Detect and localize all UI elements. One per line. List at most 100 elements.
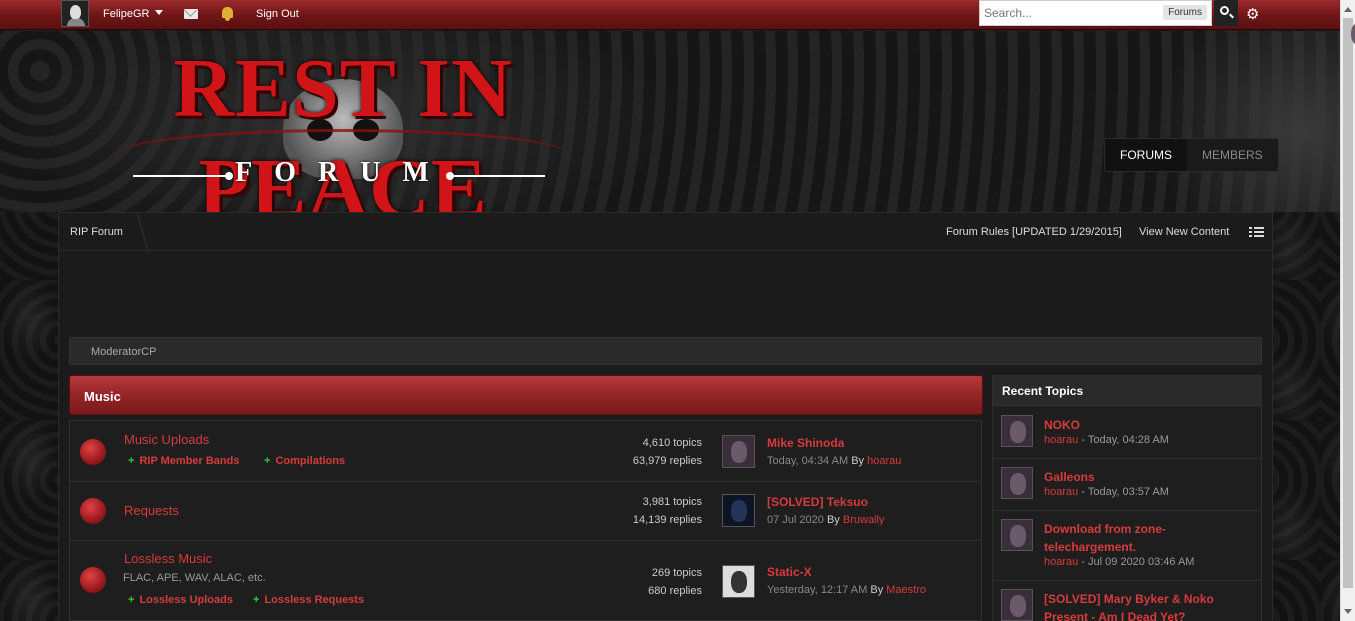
search-icon xyxy=(1220,6,1229,15)
forum-list: Music Uploads RIP Member Bands Compilati… xyxy=(69,420,982,621)
recent-topic-meta: hoarau - Today, 04:28 AM xyxy=(1044,434,1169,446)
forum-row: Requests 3,981 topics 14,139 replies [SOL… xyxy=(70,482,981,541)
search-button[interactable] xyxy=(1214,0,1238,26)
last-post-meta: 07 Jul 2020 By Bruwally xyxy=(767,514,884,526)
by-word: By xyxy=(870,584,884,596)
recent-topic-title[interactable]: Galleons xyxy=(1044,468,1256,486)
forum-status-icon xyxy=(80,439,106,465)
by-word: By xyxy=(826,514,840,526)
search-input[interactable] xyxy=(980,1,1160,25)
recent-topic-avatar[interactable] xyxy=(1001,589,1033,621)
scroll-down-arrow[interactable] xyxy=(1344,609,1352,618)
recent-topic-item: Galleons hoarau - Today, 03:57 AM xyxy=(993,459,1261,511)
forum-description: FLAC, APE, WAV, ALAC, etc. xyxy=(123,572,266,584)
last-post-title[interactable]: Mike Shinoda xyxy=(767,436,844,450)
page-scrollbar[interactable] xyxy=(1340,0,1355,621)
logo-divider-right xyxy=(450,175,545,177)
recent-topic-title[interactable]: Download from zone-telechargement. xyxy=(1044,520,1256,556)
main-nav: FORUMS MEMBERS xyxy=(1104,138,1279,172)
forum-name[interactable]: Lossless Music xyxy=(124,551,212,566)
subforum-link[interactable]: Lossless Requests xyxy=(253,594,364,606)
recent-topic-date: - Today, 04:28 AM xyxy=(1078,434,1169,446)
breadcrumb-bar: RIP Forum Forum Rules [UPDATED 1/29/2015… xyxy=(59,213,1272,251)
site-header: REST IN PEACE FORUM FORUMS MEMBERS xyxy=(0,31,1340,235)
forum-status-icon xyxy=(80,498,106,524)
recent-topic-title[interactable]: NOKO xyxy=(1044,416,1256,434)
chevron-down-icon xyxy=(155,10,164,19)
recent-topics-panel: Recent Topics NOKO hoarau - Today, 04:28… xyxy=(992,375,1262,621)
content-wrapper: RIP Forum Forum Rules [UPDATED 1/29/2015… xyxy=(58,212,1273,621)
last-post-date: Yesterday, 12:17 AM xyxy=(767,584,868,596)
list-icon[interactable] xyxy=(1249,227,1264,237)
forum-name[interactable]: Music Uploads xyxy=(124,432,209,447)
by-word: By xyxy=(851,455,865,467)
forum-stats: 3,981 topics 14,139 replies xyxy=(610,493,702,529)
last-post-meta: Yesterday, 12:17 AM By Maestro xyxy=(767,584,926,596)
last-post-title[interactable]: [SOLVED] Teksuo xyxy=(767,495,868,509)
logo-subtitle: FORUM xyxy=(235,157,451,188)
breadcrumb-separator xyxy=(126,213,149,251)
forum-rules-link[interactable]: Forum Rules [UPDATED 1/29/2015] xyxy=(946,226,1122,238)
sign-out-link[interactable]: Sign Out xyxy=(256,8,299,20)
logo-title: REST IN PEACE xyxy=(173,42,513,235)
moderator-cp-label: ModeratorCP xyxy=(91,346,157,358)
last-poster-avatar[interactable] xyxy=(722,565,755,598)
topic-count: 4,610 topics xyxy=(642,437,702,449)
forum-stats: 4,610 topics 63,979 replies xyxy=(610,434,702,470)
last-poster-avatar[interactable] xyxy=(722,494,755,527)
scrollbar-thumb[interactable] xyxy=(1343,18,1355,588)
recent-topics-heading: Recent Topics xyxy=(993,376,1261,406)
search-box: Forums xyxy=(979,0,1212,26)
recent-topic-item: NOKO hoarau - Today, 04:28 AM xyxy=(993,407,1261,459)
recent-topic-item: [SOLVED] Mary Byker & Noko Present - Am … xyxy=(993,581,1261,621)
topic-count: 269 topics xyxy=(651,567,702,579)
gear-icon[interactable]: ⚙ xyxy=(1246,5,1259,23)
recent-topic-meta: hoarau - Today, 03:57 AM xyxy=(1044,486,1169,498)
subforum-link[interactable]: Compilations xyxy=(264,455,345,467)
last-post-author[interactable]: hoarau xyxy=(867,455,901,467)
forum-row: Music Uploads RIP Member Bands Compilati… xyxy=(70,421,981,482)
last-post-date: 07 Jul 2020 xyxy=(767,514,824,526)
last-post-title[interactable]: Static-X xyxy=(767,565,812,579)
site-logo[interactable]: REST IN PEACE FORUM xyxy=(78,39,608,235)
recent-topic-avatar[interactable] xyxy=(1001,467,1033,499)
recent-topic-avatar[interactable] xyxy=(1001,519,1033,551)
envelope-icon[interactable] xyxy=(184,9,198,19)
recent-topic-author[interactable]: hoarau xyxy=(1044,434,1078,446)
subforum-link[interactable]: RIP Member Bands xyxy=(128,455,239,467)
username: FelipeGR xyxy=(103,8,150,20)
tab-members[interactable]: MEMBERS xyxy=(1187,139,1278,171)
recent-topic-meta: hoarau - Jul 09 2020 03:46 AM xyxy=(1044,556,1194,568)
search-scope[interactable]: Forums xyxy=(1163,5,1207,20)
category-header[interactable]: Music xyxy=(69,375,983,415)
top-user-bar: FelipeGR Sign Out Forums ⚙ xyxy=(0,0,1340,30)
breadcrumb-home[interactable]: RIP Forum xyxy=(70,226,123,238)
last-post-author[interactable]: Maestro xyxy=(886,584,926,596)
tab-forums[interactable]: FORUMS xyxy=(1105,139,1187,171)
last-poster-avatar[interactable] xyxy=(722,435,755,468)
view-new-content-link[interactable]: View New Content xyxy=(1139,226,1229,238)
forum-row: Lossless Music FLAC, APE, WAV, ALAC, etc… xyxy=(70,541,981,621)
recent-topic-date: - Jul 09 2020 03:46 AM xyxy=(1078,556,1195,568)
scroll-up-arrow[interactable] xyxy=(1344,3,1352,12)
recent-topic-author[interactable]: hoarau xyxy=(1044,556,1078,568)
recent-topic-avatar[interactable] xyxy=(1001,415,1033,447)
user-avatar[interactable] xyxy=(61,0,89,27)
reply-count: 63,979 replies xyxy=(632,455,702,467)
topic-count: 3,981 topics xyxy=(642,496,702,508)
recent-topic-date: - Today, 03:57 AM xyxy=(1078,486,1169,498)
reply-count: 14,139 replies xyxy=(632,514,702,526)
bell-icon[interactable] xyxy=(222,7,233,21)
forum-status-icon xyxy=(80,567,106,593)
moderator-cp-bar[interactable]: ModeratorCP xyxy=(69,337,1262,365)
category-title: Music xyxy=(84,389,121,404)
forum-name[interactable]: Requests xyxy=(124,503,179,518)
last-post-date: Today, 04:34 AM xyxy=(767,455,849,467)
subforum-link[interactable]: Lossless Uploads xyxy=(128,594,233,606)
user-menu[interactable]: FelipeGR xyxy=(103,8,164,20)
reply-count: 680 replies xyxy=(648,585,702,597)
last-post-meta: Today, 04:34 AM By hoarau xyxy=(767,455,901,467)
recent-topic-title[interactable]: [SOLVED] Mary Byker & Noko Present - Am … xyxy=(1044,590,1256,621)
last-post-author[interactable]: Bruwally xyxy=(843,514,885,526)
recent-topic-author[interactable]: hoarau xyxy=(1044,486,1078,498)
